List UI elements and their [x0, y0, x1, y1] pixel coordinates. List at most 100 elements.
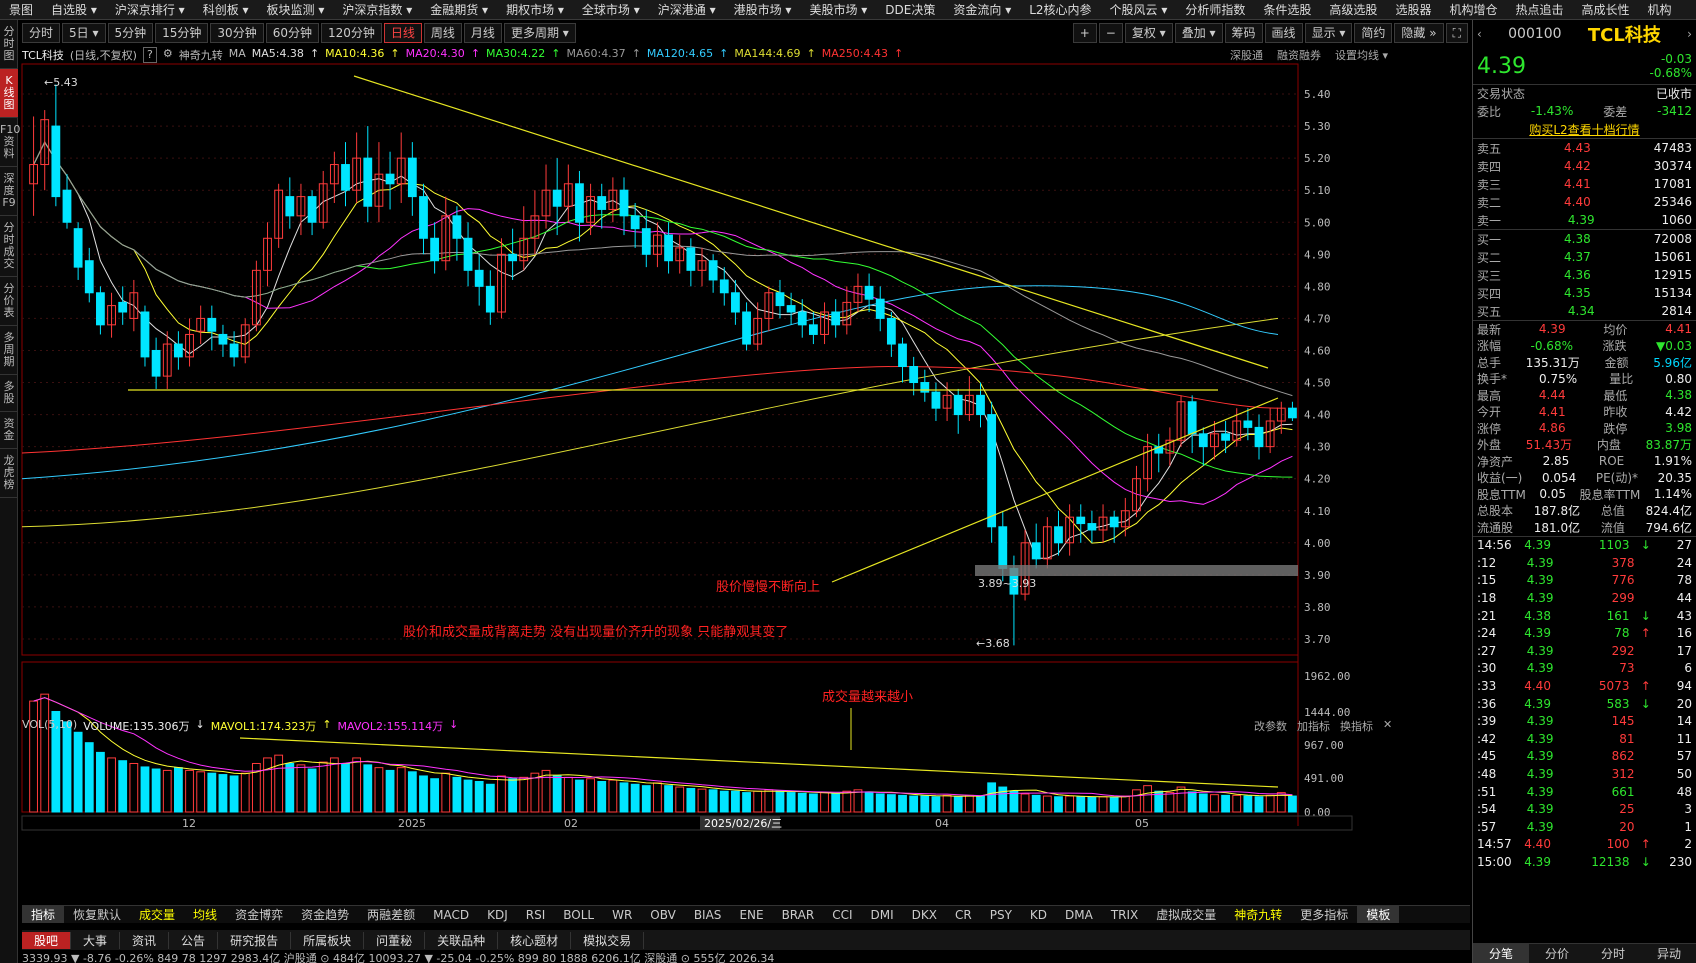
candle-body: [1109, 516, 1119, 528]
volume-bar: [96, 751, 105, 813]
candle-body: [430, 237, 440, 262]
candle-body: [151, 349, 161, 377]
volume-tick-label: 491.00: [1304, 772, 1344, 785]
book-volume: 25346: [1653, 195, 1692, 209]
indicator-tab[interactable]: BIAS: [685, 908, 731, 922]
volume-actions: 改参数 加指标 换指标 ✕: [1254, 718, 1392, 734]
indicator-tab[interactable]: KD: [1021, 908, 1056, 922]
tick-price: 4.39: [1526, 767, 1554, 782]
quote-tab[interactable]: 分价: [1529, 944, 1585, 963]
tick-row: :33 4.40 5073 ↑ 94: [1473, 677, 1696, 695]
volume-bar: [485, 783, 495, 813]
candle-body: [62, 189, 72, 223]
stat-value: -0.68%: [1530, 338, 1573, 353]
buy-l2-link[interactable]: 购买L2查看十档行情: [1473, 120, 1696, 138]
volume-bar: [1087, 796, 1097, 813]
volume-bar: [441, 772, 451, 813]
indicator-tab[interactable]: DMI: [862, 908, 903, 922]
book-row: 买一 4.38 72008: [1473, 230, 1696, 248]
tick-row: :48 4.39 312 50: [1473, 765, 1696, 783]
book-price: 4.35: [1564, 286, 1591, 300]
quote-tab[interactable]: 分笔: [1473, 944, 1529, 963]
menu-item[interactable]: 热点追击: [1506, 1, 1572, 18]
bottom-tab[interactable]: 模拟交易: [571, 931, 645, 949]
bottom-tab[interactable]: 所属板块: [291, 931, 365, 949]
indicator-tab[interactable]: 指标: [22, 906, 65, 923]
book-price: 4.41: [1564, 177, 1591, 191]
volume-bar: [363, 764, 373, 813]
back-icon[interactable]: ‹: [1477, 27, 1482, 41]
tick-price: 4.39: [1526, 731, 1554, 746]
bottom-tab[interactable]: 大事: [71, 931, 121, 949]
indicator-tab[interactable]: 资金博弈: [226, 906, 292, 923]
quote-tab[interactable]: 异动: [1641, 944, 1696, 963]
volume-bar: [619, 782, 629, 813]
volume-bar: [920, 795, 930, 813]
indicator-tab[interactable]: 两融差额: [358, 906, 424, 923]
indicator-tab[interactable]: DMA: [1056, 908, 1102, 922]
stat-label: 涨跌: [1602, 339, 1627, 354]
candle-body: [307, 196, 317, 223]
indicator-tab[interactable]: RSI: [517, 908, 555, 922]
indicator-tab[interactable]: CR: [946, 908, 981, 922]
indicator-tab[interactable]: BRAR: [773, 908, 824, 922]
forward-icon[interactable]: ›: [1687, 27, 1692, 41]
book-row: 卖三 4.41 17081: [1473, 175, 1696, 193]
stat-value: 51.43万: [1525, 438, 1573, 453]
indicator-tab[interactable]: 资金趋势: [292, 906, 358, 923]
tick-volume: 661: [1611, 784, 1635, 799]
price-tick-label: 5.10: [1304, 184, 1331, 197]
candle-body: [1198, 433, 1208, 448]
indicator-tab[interactable]: TRIX: [1102, 908, 1147, 922]
indicator-tab[interactable]: 神奇九转: [1225, 906, 1291, 923]
scroll-track: [21, 815, 1353, 831]
bottom-tab[interactable]: 股吧: [22, 931, 72, 949]
indicator-tab[interactable]: DKX: [903, 908, 946, 922]
volume-bar: [129, 762, 139, 813]
volume-action[interactable]: 加指标: [1297, 718, 1330, 734]
stat-label: 涨幅: [1477, 339, 1502, 354]
indicator-tab[interactable]: 更多指标: [1291, 906, 1357, 923]
stat-value: 0.05: [1539, 487, 1567, 502]
stat-row: 最高 4.44 最低 4.38: [1473, 387, 1696, 404]
volume-bar: [552, 775, 562, 813]
indicator-tab[interactable]: KDJ: [478, 908, 517, 922]
bottom-tab[interactable]: 公告: [169, 931, 219, 949]
indicator-tab[interactable]: BOLL: [554, 908, 603, 922]
volume-tick-label: 1962.00: [1304, 670, 1350, 683]
bottom-tab[interactable]: 核心题材: [498, 931, 572, 949]
indicator-tab[interactable]: CCI: [823, 908, 861, 922]
volume-action[interactable]: 改参数: [1254, 718, 1287, 734]
indicator-tab[interactable]: OBV: [641, 908, 685, 922]
tick-time: :48: [1477, 767, 1497, 782]
volume-bar: [976, 795, 985, 813]
kline-chart[interactable]: 5.40 5.30 5.20 5.10 5.00 4.90 4.80 4.70 4.60 4.50…: [0, 0, 1472, 905]
volume-action[interactable]: 换指标: [1340, 718, 1373, 734]
indicator-tab[interactable]: PSY: [981, 908, 1021, 922]
bottom-tab[interactable]: 问董秘: [364, 931, 426, 949]
close-icon[interactable]: ✕: [1383, 718, 1392, 734]
indicator-tab[interactable]: ENE: [730, 908, 772, 922]
bottom-tab[interactable]: 研究报告: [218, 931, 292, 949]
indicator-tab[interactable]: 模板: [1357, 906, 1400, 923]
buy-l2-text[interactable]: 购买L2查看十档行情: [1529, 121, 1639, 138]
bottom-tab[interactable]: 资讯: [120, 931, 170, 949]
indicator-tab[interactable]: 虚拟成交量: [1147, 906, 1225, 923]
volume-bar: [1098, 796, 1108, 813]
menu-item[interactable]: 机构: [1639, 1, 1681, 18]
tick-volume: 776: [1611, 573, 1635, 588]
quote-tab[interactable]: 分时: [1585, 944, 1641, 963]
indicator-tab[interactable]: MACD: [424, 908, 478, 922]
candle-body: [831, 311, 841, 326]
tick-row: :54 4.39 25 3: [1473, 800, 1696, 818]
bottom-tab[interactable]: 关联品种: [425, 931, 499, 949]
menu-item[interactable]: 高成长性: [1572, 1, 1638, 18]
stat-label: 均价: [1603, 322, 1628, 337]
indicator-tab[interactable]: WR: [603, 908, 641, 922]
indicator-tab[interactable]: 成交量: [130, 906, 184, 923]
indicator-tab[interactable]: 恢复默认: [64, 906, 130, 923]
volume-bar: [452, 776, 462, 813]
stat-value: 1.91%: [1653, 454, 1692, 469]
volume-bar: [207, 772, 217, 813]
indicator-tab[interactable]: 均线: [184, 906, 226, 923]
